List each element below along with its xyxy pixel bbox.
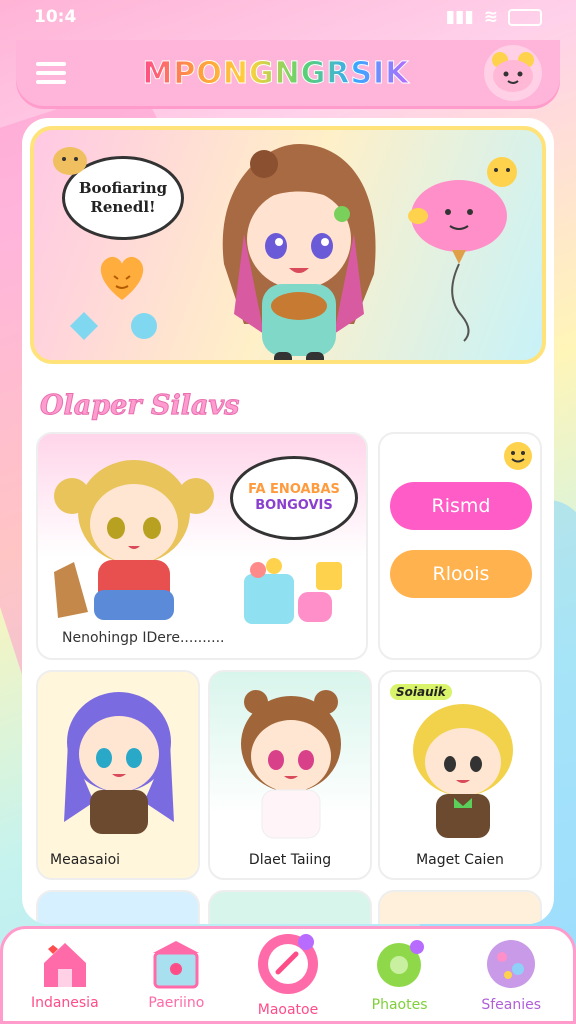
wifi-icon: ≋ [483,7,498,27]
primary-action-button[interactable]: Rismd [390,482,532,530]
home-icon [43,943,86,987]
character-card[interactable]: Meaasaioi [36,670,200,880]
character-label: Meaasaioi [50,852,121,868]
hamburger-menu-icon[interactable] [34,59,68,87]
character-card[interactable]: Soiauik Maget Caien [378,670,542,880]
secondary-action-button[interactable]: Rloois [390,550,532,598]
dessert-illustration [244,558,342,624]
tab-planet[interactable]: Sfeanies [457,937,565,1013]
tab-timer[interactable]: Maoatoe [234,932,342,1018]
pink-cloud-balloon [404,156,524,350]
cookie-face-icon [53,147,87,175]
tab-home[interactable]: Indanesia [11,939,119,1011]
tab-label: Paeriino [148,995,205,1011]
brown-hair-character [241,690,341,839]
purple-hair-character [64,692,174,834]
tab-shop[interactable]: Paeriino [122,939,230,1011]
heart-face-icon [100,256,144,300]
hero-banner[interactable]: Boofiaring Renedl! [30,126,546,364]
bubble-icon [376,940,424,987]
tab-label: Maoatoe [257,1002,319,1018]
character-card[interactable]: Dlaet Taiing [208,670,372,880]
character-card-peek[interactable] [378,890,542,924]
app-logo: MPONGNGRSIK [142,55,410,91]
shop-icon [153,941,200,989]
status-bar: 10:4 ▮▮▮ ≋ [0,0,576,34]
app-header: MPONGNGRSIK [16,40,560,106]
tab-label: Phaotes [371,997,428,1013]
signal-icon: ▮▮▮ [445,7,474,27]
character-label: Maget Caien [416,852,504,868]
blonde-girl-illustration [54,460,214,620]
section-title: Olaper Silavs [39,390,240,422]
status-time: 10:4 [34,7,77,27]
smiley-icon [504,442,532,470]
planet-icon [487,940,536,988]
battery-icon [508,8,542,26]
candy-icon [70,312,157,340]
bear-mascot-icon[interactable] [484,45,542,101]
character-label: Dlaet Taiing [248,852,332,868]
character-card-peek[interactable] [208,890,372,924]
timer-icon [257,934,318,994]
bottom-tab-bar: Indanesia Paeriino Maoatoe Phaotes Sfean… [0,926,576,1024]
featured-bubble-line2: BONGOVIS [255,498,333,513]
tab-label: Sfeanies [481,997,542,1013]
tab-bubbles[interactable]: Phaotes [346,937,454,1013]
status-icons: ▮▮▮ ≋ [446,7,542,27]
main-content: Boofiaring Renedl! Olaper Silavs FA ENOA… [22,118,554,924]
featured-speech-bubble: FA ENOABAS BONGOVIS [230,456,358,540]
featured-bubble-line1: FA ENOABAS [248,481,340,497]
character-card-peek[interactable] [36,890,200,924]
tab-label: Indanesia [30,995,99,1011]
action-card: Rismd Rloois [378,432,542,660]
hero-girl-illustration [222,144,376,360]
blonde-boy-character [413,704,513,838]
featured-card[interactable]: FA ENOABAS BONGOVIS Nenohingp IDere.....… [36,432,368,660]
featured-caption: Nenohingp IDere.......... [62,630,225,646]
